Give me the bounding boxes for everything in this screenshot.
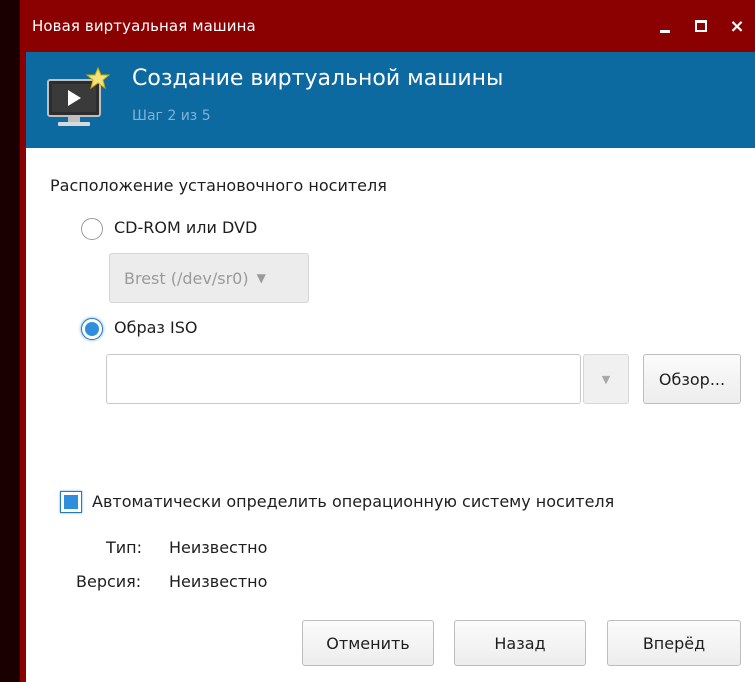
- wizard-header: Создание виртуальной машины Шаг 2 из 5: [26, 52, 755, 148]
- browse-button[interactable]: Обзор...: [643, 354, 741, 404]
- os-type-key: Тип:: [106, 538, 143, 557]
- maximize-button[interactable]: [683, 8, 719, 44]
- os-version-key: Версия:: [76, 572, 142, 591]
- iso-radio-label[interactable]: Образ ISO: [114, 318, 197, 337]
- window-title: Новая виртуальная машина: [32, 17, 256, 35]
- iso-radio[interactable]: [81, 318, 103, 340]
- auto-detect-os-label[interactable]: Автоматически определить операционную си…: [92, 492, 614, 511]
- os-type-value: Неизвестно: [169, 538, 268, 557]
- auto-detect-os-checkbox[interactable]: [60, 491, 82, 513]
- minimize-icon: [660, 29, 670, 33]
- wizard-step: Шаг 2 из 5: [132, 108, 211, 124]
- cancel-button[interactable]: Отменить: [302, 620, 434, 666]
- back-button[interactable]: Назад: [454, 620, 586, 666]
- window-controls: ×: [647, 0, 755, 52]
- chevron-down-icon: ▼: [256, 271, 266, 285]
- chevron-down-icon: ▼: [601, 372, 611, 386]
- new-vm-monitor-icon: [47, 66, 111, 126]
- new-vm-dialog: Новая виртуальная машина × Создание вирт…: [20, 0, 755, 682]
- cdrom-radio[interactable]: [81, 218, 103, 240]
- cdrom-radio-label[interactable]: CD-ROM или DVD: [114, 218, 257, 237]
- wizard-content: Расположение установочного носителя CD-R…: [26, 148, 755, 682]
- cdrom-device-select: Brest (/dev/sr0) ▼: [109, 253, 309, 303]
- maximize-icon: [695, 20, 707, 32]
- forward-button[interactable]: Вперёд: [607, 620, 741, 666]
- install-media-label: Расположение установочного носителя: [50, 176, 387, 195]
- cdrom-device-value: Brest (/dev/sr0): [124, 268, 249, 288]
- title-bar[interactable]: Новая виртуальная машина ×: [26, 0, 755, 52]
- close-button[interactable]: ×: [719, 8, 755, 44]
- os-version-value: Неизвестно: [169, 572, 268, 591]
- wizard-title: Создание виртуальной машины: [132, 66, 504, 91]
- minimize-button[interactable]: [647, 8, 683, 44]
- iso-path-input[interactable]: [106, 354, 581, 404]
- desktop-edge: [0, 0, 20, 682]
- iso-history-dropdown[interactable]: ▼: [583, 354, 629, 404]
